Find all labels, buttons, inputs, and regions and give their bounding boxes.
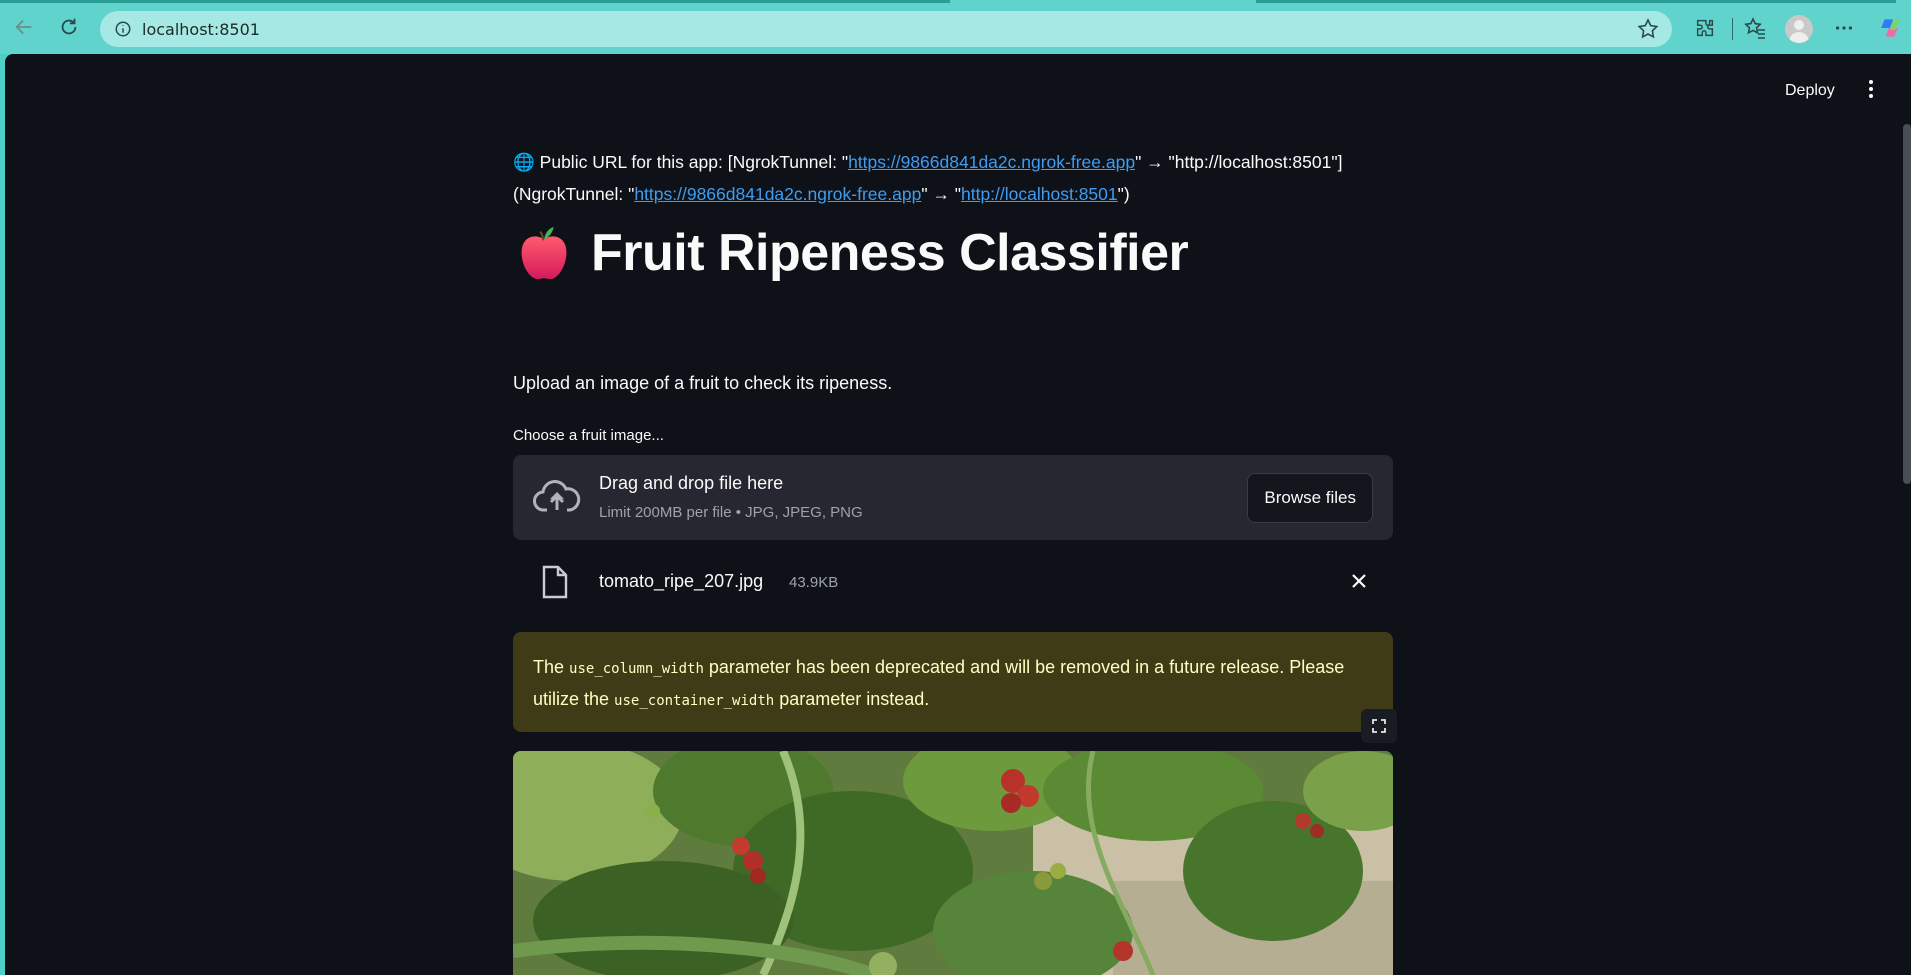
- apple-icon: [521, 226, 567, 280]
- warning-code: use_container_width: [614, 693, 775, 709]
- localhost-link[interactable]: http://localhost:8501: [961, 184, 1118, 204]
- app-viewport: Deploy 🌐 Public URL for this app: [Ngrok…: [5, 54, 1911, 975]
- favorites-icon[interactable]: [1741, 14, 1769, 42]
- file-dropzone[interactable]: Drag and drop file here Limit 200MB per …: [513, 455, 1393, 540]
- address-text: localhost:8501: [142, 20, 260, 39]
- warning-text: parameter instead.: [774, 689, 930, 709]
- subtitle: Upload an image of a fruit to check its …: [513, 373, 893, 393]
- address-bar[interactable]: localhost:8501: [100, 11, 1672, 47]
- file-icon: [541, 565, 569, 604]
- title-text: Fruit Ripeness Classifier: [591, 224, 1189, 282]
- back-icon[interactable]: [10, 13, 38, 41]
- extensions-icon[interactable]: [1691, 14, 1719, 42]
- browser-toolbar: localhost:8501: [0, 0, 1911, 54]
- file-name: tomato_ripe_207.jpg: [599, 571, 764, 591]
- copilot-icon[interactable]: [1877, 14, 1905, 42]
- dropzone-title: Drag and drop file here: [599, 473, 784, 493]
- uploader-label: Choose a fruit image...: [513, 427, 664, 444]
- toolbar-separator: [1732, 18, 1733, 40]
- globe-icon: 🌐: [513, 152, 535, 172]
- warning-text: The: [533, 657, 570, 677]
- deploy-button[interactable]: Deploy: [1785, 82, 1835, 100]
- warning-code: use_column_width: [569, 661, 704, 677]
- site-info-icon[interactable]: [114, 20, 132, 43]
- page-title: Fruit Ripeness Classifier: [513, 222, 1189, 284]
- tab-strip-indicator: [0, 0, 950, 3]
- cloud-upload-icon: [533, 477, 581, 522]
- uploaded-fruit-image: [513, 751, 1393, 975]
- reload-icon[interactable]: [55, 13, 83, 41]
- dropzone-limit: Limit 200MB per file • JPG, JPEG, PNG: [599, 504, 863, 521]
- remove-file-icon[interactable]: [1349, 571, 1369, 596]
- url-text-part: " → ": [921, 184, 961, 204]
- profile-avatar[interactable]: [1785, 15, 1813, 43]
- fullscreen-icon[interactable]: [1361, 709, 1397, 743]
- uploaded-file-row: tomato_ripe_207.jpg 43.9KB: [513, 559, 1393, 605]
- tab-strip-indicator: [1256, 0, 1896, 3]
- browse-files-button[interactable]: Browse files: [1247, 473, 1373, 523]
- more-options-icon[interactable]: [1830, 14, 1858, 42]
- main-menu-icon[interactable]: [1869, 80, 1875, 100]
- url-text-part: Public URL for this app: [NgrokTunnel: ": [539, 152, 849, 172]
- ngrok-link[interactable]: https://9866d841da2c.ngrok-free.app: [634, 184, 921, 204]
- public-url-text: 🌐 Public URL for this app: [NgrokTunnel:…: [513, 146, 1393, 210]
- scrollbar[interactable]: [1903, 124, 1911, 484]
- deprecation-warning: The use_column_width parameter has been …: [513, 632, 1393, 732]
- file-size: 43.9KB: [789, 574, 839, 591]
- url-text-part: "): [1117, 184, 1130, 204]
- ngrok-link[interactable]: https://9866d841da2c.ngrok-free.app: [848, 152, 1135, 172]
- favorite-star-icon[interactable]: [1636, 17, 1660, 46]
